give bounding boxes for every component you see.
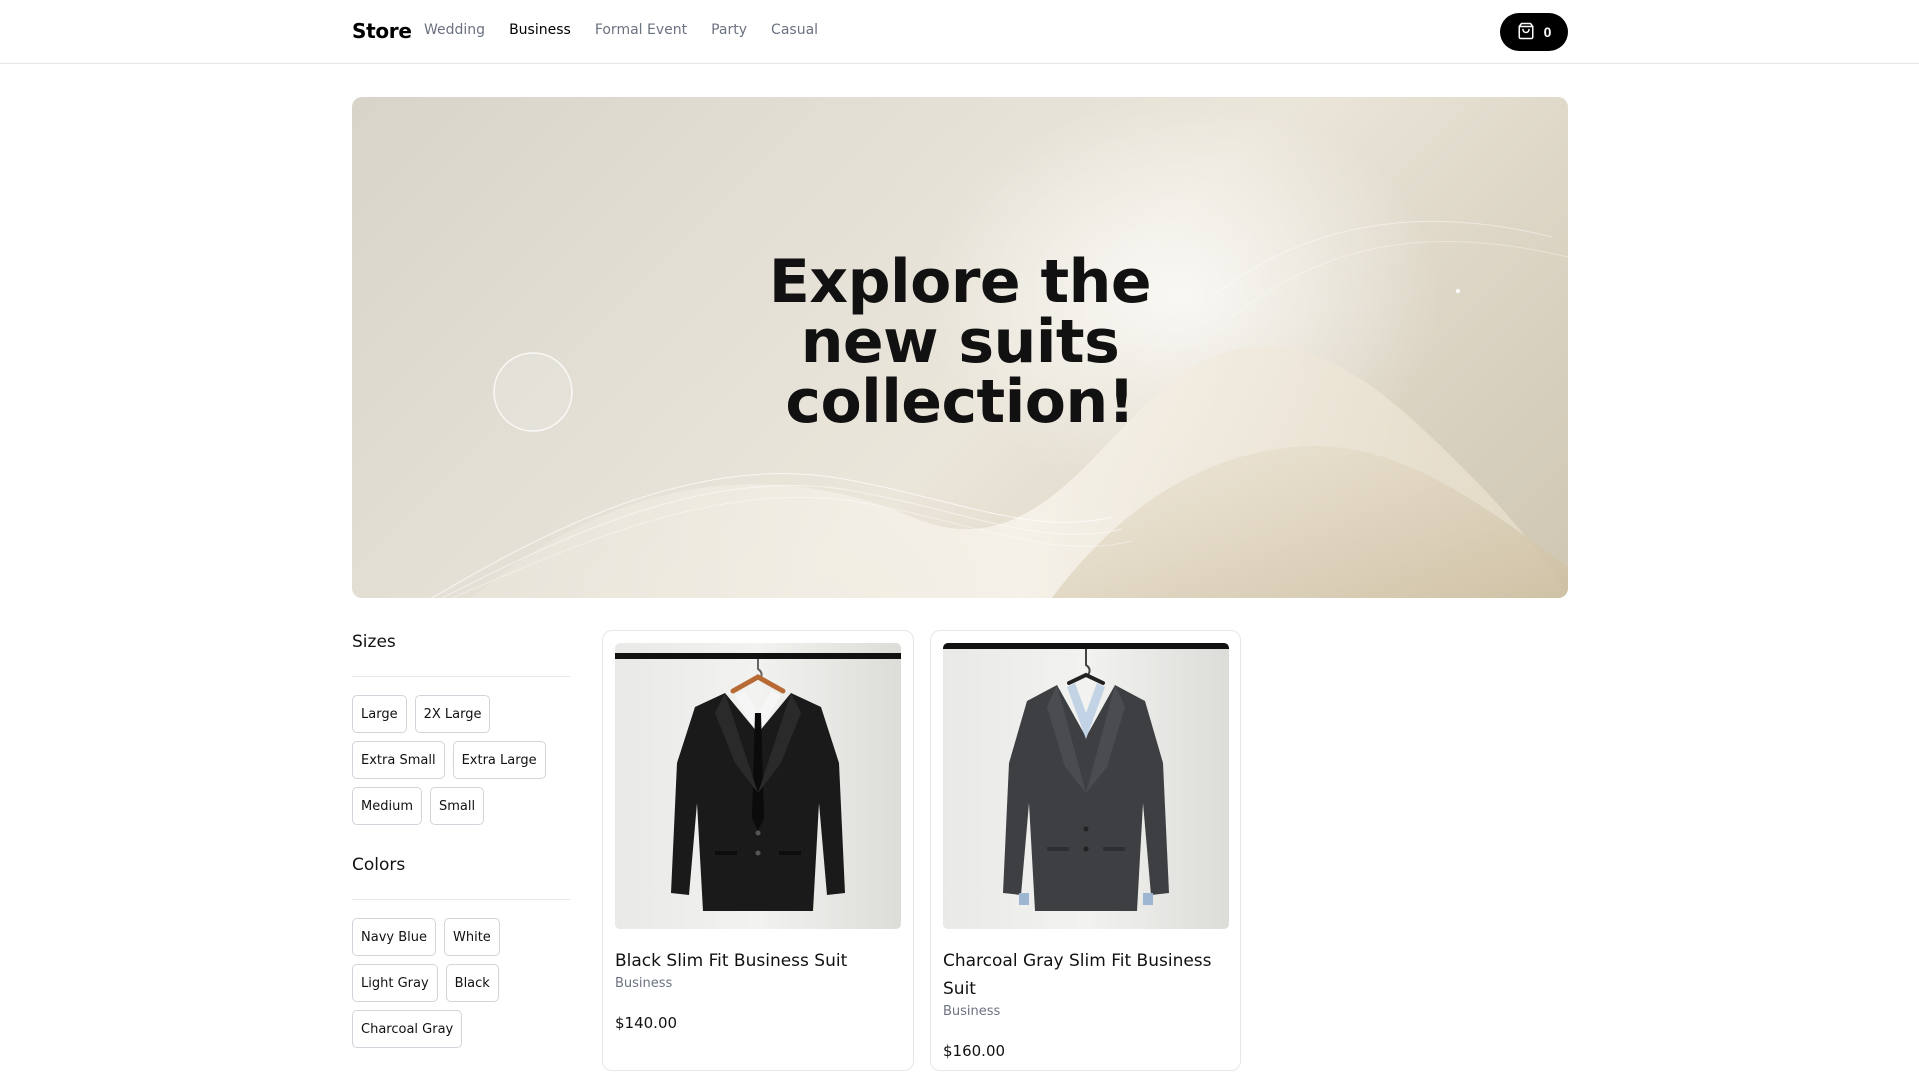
shopping-bag-icon xyxy=(1517,22,1535,43)
size-option-extra-small[interactable]: Extra Small xyxy=(352,741,445,779)
divider xyxy=(352,676,570,677)
suit-jacket-image xyxy=(943,643,1229,911)
hero-title-line: new suits xyxy=(800,307,1120,377)
color-option-charcoal-gray[interactable]: Charcoal Gray xyxy=(352,1010,463,1048)
cart-count: 0 xyxy=(1543,24,1552,40)
product-category: Business xyxy=(615,976,673,991)
colors-filter-title: Colors xyxy=(352,855,406,875)
cart-button[interactable]: 0 xyxy=(1500,13,1568,51)
product-image[interactable] xyxy=(943,643,1229,929)
hero-title-line: collection! xyxy=(785,367,1135,437)
color-option-navy-blue[interactable]: Navy Blue xyxy=(352,918,436,956)
size-option-2x-large[interactable]: 2X Large xyxy=(414,695,491,733)
product-price: $140.00 xyxy=(615,1014,678,1032)
product-price: $160.00 xyxy=(943,1042,1006,1060)
colors-filter: Colors Navy Blue White Light Gray Black … xyxy=(352,855,570,1048)
sizes-filter: Sizes Large 2X Large Extra Small Extra L… xyxy=(352,632,570,825)
hero-title-line: Explore the xyxy=(768,247,1152,317)
product-category: Business xyxy=(943,1004,1001,1019)
color-option-white[interactable]: White xyxy=(443,918,500,956)
size-option-medium[interactable]: Medium xyxy=(352,787,422,825)
category-nav: Wedding Business Formal Event Party Casu… xyxy=(424,22,818,38)
size-option-extra-large[interactable]: Extra Large xyxy=(452,741,546,779)
product-card[interactable]: Black Slim Fit Business Suit Business $1… xyxy=(602,630,914,1071)
sizes-filter-title: Sizes xyxy=(352,632,396,652)
nav-link-casual[interactable]: Casual xyxy=(771,22,818,38)
top-navbar: Store Wedding Business Formal Event Part… xyxy=(0,0,1919,64)
product-card[interactable]: Charcoal Gray Slim Fit Business Suit Bus… xyxy=(930,630,1241,1071)
color-options: Navy Blue White Light Gray Black Charcoa… xyxy=(352,918,570,1048)
divider xyxy=(352,899,570,900)
hero-banner: Explore the new suits collection! xyxy=(352,97,1568,598)
size-options: Large 2X Large Extra Small Extra Large M… xyxy=(352,695,570,825)
product-name[interactable]: Black Slim Fit Business Suit xyxy=(615,947,901,975)
size-option-large[interactable]: Large xyxy=(352,695,407,733)
product-image[interactable] xyxy=(615,643,901,929)
store-logo-link[interactable]: Store xyxy=(352,19,412,43)
color-option-black[interactable]: Black xyxy=(445,964,499,1002)
nav-link-party[interactable]: Party xyxy=(711,22,747,38)
product-name[interactable]: Charcoal Gray Slim Fit Business Suit xyxy=(943,947,1228,1003)
hero-title: Explore the new suits collection! xyxy=(352,252,1568,432)
nav-link-formal-event[interactable]: Formal Event xyxy=(595,22,687,38)
size-option-small[interactable]: Small xyxy=(429,787,485,825)
nav-link-business[interactable]: Business xyxy=(509,22,571,38)
suit-jacket-image xyxy=(615,653,901,911)
color-option-light-gray[interactable]: Light Gray xyxy=(352,964,438,1002)
nav-link-wedding[interactable]: Wedding xyxy=(424,22,485,38)
